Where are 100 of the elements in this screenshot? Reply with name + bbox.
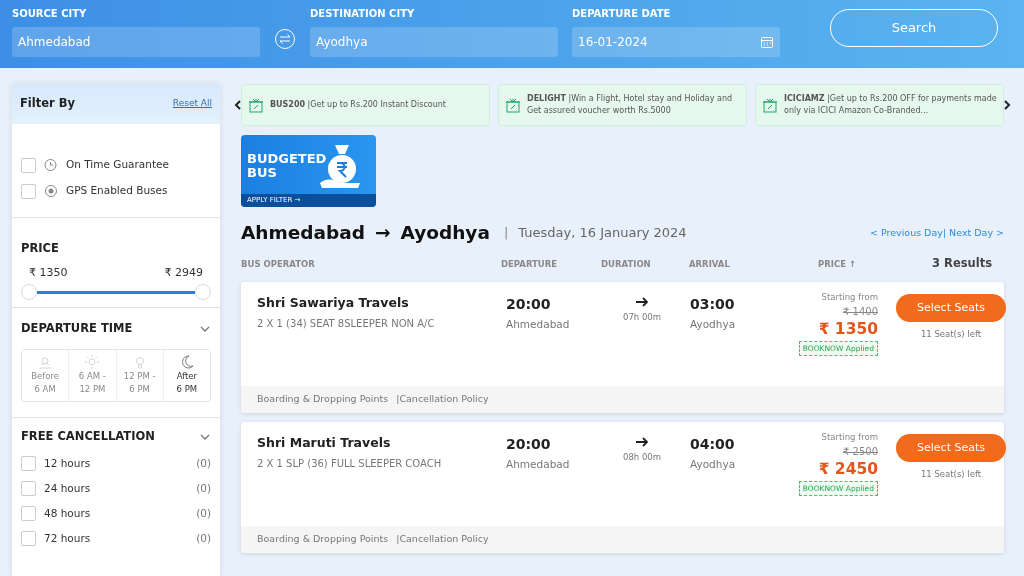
slider-handle[interactable] bbox=[195, 283, 211, 300]
sun-icon bbox=[83, 354, 102, 371]
input-field[interactable]: 16-01-2024 bbox=[572, 27, 780, 57]
input-field[interactable]: Ahmedabad bbox=[12, 27, 260, 57]
slot-label: 6 PM bbox=[128, 383, 151, 397]
offer-card[interactable]: DELIGHT |Win a Flight, Hotel stay and Holiday and Get assured voucher worth Rs.5000 bbox=[498, 84, 747, 126]
column-header: DURATION bbox=[601, 257, 652, 271]
route-arrow: → bbox=[375, 221, 391, 246]
departure-city: Ahmedabad bbox=[506, 457, 571, 472]
filter-label: 12 hours bbox=[44, 455, 92, 471]
select-seats-button[interactable]: Select Seats bbox=[896, 294, 1006, 322]
price: ₹ 2450 bbox=[818, 458, 878, 479]
filter-count: (0) bbox=[196, 505, 211, 521]
departure-city: Ahmedabad bbox=[506, 317, 571, 332]
departure-time: 20:00 bbox=[506, 295, 552, 314]
route-city: Ayodhya bbox=[400, 221, 490, 246]
slot-label: 12 PM - bbox=[122, 370, 157, 384]
starting-label: Starting from bbox=[821, 431, 878, 444]
filter-count: (0) bbox=[196, 530, 211, 546]
slot-label: 12 PM bbox=[78, 383, 107, 397]
section-title: PRICE bbox=[21, 240, 60, 257]
checkbox[interactable] bbox=[21, 506, 36, 522]
field-label: DESTINATION CITY bbox=[310, 7, 416, 21]
price-range-bar[interactable] bbox=[37, 290, 195, 294]
filter-label: GPS Enabled Buses bbox=[66, 183, 168, 199]
results-count: 3 Results bbox=[931, 255, 993, 273]
time-slot[interactable]: After 6 PM bbox=[163, 350, 210, 401]
offer-card[interactable]: ICICIAMZ |Get up to Rs.200 OFF for payments made only via ICICI Amazon Co-Branded... bbox=[755, 84, 1004, 126]
calendar-icon bbox=[760, 35, 774, 49]
column-header: ARRIVAL bbox=[689, 257, 731, 271]
checkbox[interactable] bbox=[21, 183, 36, 199]
offer-text: ICICIAMZ |Get up to Rs.200 OFF for payments made only via ICICI Amazon Co-Branded... bbox=[784, 93, 997, 117]
offer-text: BUS200 |Get up to Rs.200 Instant Discount bbox=[270, 99, 446, 111]
boarding-link[interactable]: Boarding & Dropping Points bbox=[257, 392, 389, 407]
slot-label: 6 AM bbox=[33, 383, 57, 397]
section-title: FREE CANCELLATION bbox=[21, 428, 155, 445]
prev-day-link[interactable]: < Previous Day bbox=[869, 225, 943, 241]
slot-label: Before bbox=[30, 370, 60, 384]
slot-label: 6 AM - bbox=[77, 370, 107, 384]
checkbox[interactable] bbox=[21, 481, 36, 497]
price: ₹ 1350 bbox=[818, 318, 878, 339]
operator-name: Shri Sawariya Travels bbox=[257, 294, 410, 312]
field-label: DEPARTURE DATE bbox=[572, 7, 672, 21]
column-header: PRICE ↑ bbox=[816, 257, 858, 271]
filter-label: 48 hours bbox=[44, 505, 92, 521]
gift-icon bbox=[248, 97, 264, 113]
arrival-time: 03:00 bbox=[690, 295, 736, 314]
cancellation-link[interactable]: |Cancellation Policy bbox=[396, 532, 489, 547]
gift-icon bbox=[762, 97, 778, 113]
location-icon bbox=[44, 184, 58, 198]
filter-count: (0) bbox=[196, 480, 211, 496]
bus-type: 2 X 1 SLP (36) FULL SLEEPER COACH bbox=[257, 456, 443, 471]
operator-name: Shri Maruti Travels bbox=[257, 434, 392, 452]
filter-count: (0) bbox=[196, 455, 211, 471]
slider-handle[interactable] bbox=[21, 283, 37, 300]
filter-label: 72 hours bbox=[44, 530, 92, 546]
route-city: Ahmedabad bbox=[241, 221, 365, 246]
separator: | bbox=[503, 224, 509, 243]
input-field[interactable]: Ayodhya bbox=[310, 27, 558, 57]
chevron-right-icon[interactable] bbox=[1003, 100, 1011, 110]
slot-label: After bbox=[175, 370, 199, 384]
arrival-time: 04:00 bbox=[690, 435, 736, 454]
cancellation-link[interactable]: |Cancellation Policy bbox=[396, 392, 489, 407]
seats-left: 11 Seat(s) left bbox=[920, 468, 982, 481]
chevron-down-icon[interactable] bbox=[199, 324, 211, 333]
checkbox[interactable] bbox=[21, 531, 36, 547]
chevron-left-icon[interactable] bbox=[234, 100, 242, 110]
reset-link[interactable]: Reset All bbox=[172, 97, 212, 111]
swap-icon[interactable] bbox=[274, 28, 296, 50]
arrow-icon bbox=[635, 436, 649, 448]
column-header: DEPARTURE bbox=[501, 257, 559, 271]
field-label: SOURCE CITY bbox=[12, 7, 88, 21]
filter-title: Filter By bbox=[20, 95, 75, 113]
duration: 07h 00m bbox=[622, 311, 662, 324]
filter-label: 24 hours bbox=[44, 480, 92, 496]
select-seats-button[interactable]: Select Seats bbox=[896, 434, 1006, 462]
original-price: ₹ 1400 bbox=[843, 304, 878, 319]
offer-text: DELIGHT |Win a Flight, Hotel stay and Holiday and Get assured voucher worth Rs.5000 bbox=[527, 93, 734, 117]
checkbox[interactable] bbox=[21, 157, 36, 173]
original-price: ₹ 2500 bbox=[843, 444, 878, 459]
starting-label: Starting from bbox=[821, 291, 878, 304]
seats-left: 11 Seat(s) left bbox=[920, 328, 982, 341]
arrival-city: Ayodhya bbox=[690, 457, 737, 472]
price-min: ₹ 1350 bbox=[29, 265, 68, 282]
column-header: BUS OPERATOR bbox=[241, 257, 316, 271]
route-date: Tuesday, 16 January 2024 bbox=[518, 224, 688, 243]
gift-icon bbox=[505, 97, 521, 113]
chevron-down-icon[interactable] bbox=[199, 432, 211, 441]
clock-icon bbox=[44, 158, 58, 172]
arrow-icon bbox=[635, 296, 649, 308]
next-day-link[interactable]: | Next Day > bbox=[942, 225, 1004, 241]
offer-card[interactable]: BUS200 |Get up to Rs.200 Instant Discount bbox=[241, 84, 490, 126]
boarding-link[interactable]: Boarding & Dropping Points bbox=[257, 532, 389, 547]
bus-type: 2 X 1 (34) SEAT 8SLEEPER NON A/C bbox=[257, 316, 436, 331]
price-max: ₹ 2949 bbox=[164, 265, 203, 282]
filter-label: On Time Guarantee bbox=[66, 157, 169, 173]
departure-time: 20:00 bbox=[506, 435, 552, 454]
arrival-city: Ayodhya bbox=[690, 317, 737, 332]
checkbox[interactable] bbox=[21, 456, 36, 472]
slot-label: 6 PM bbox=[175, 383, 199, 397]
